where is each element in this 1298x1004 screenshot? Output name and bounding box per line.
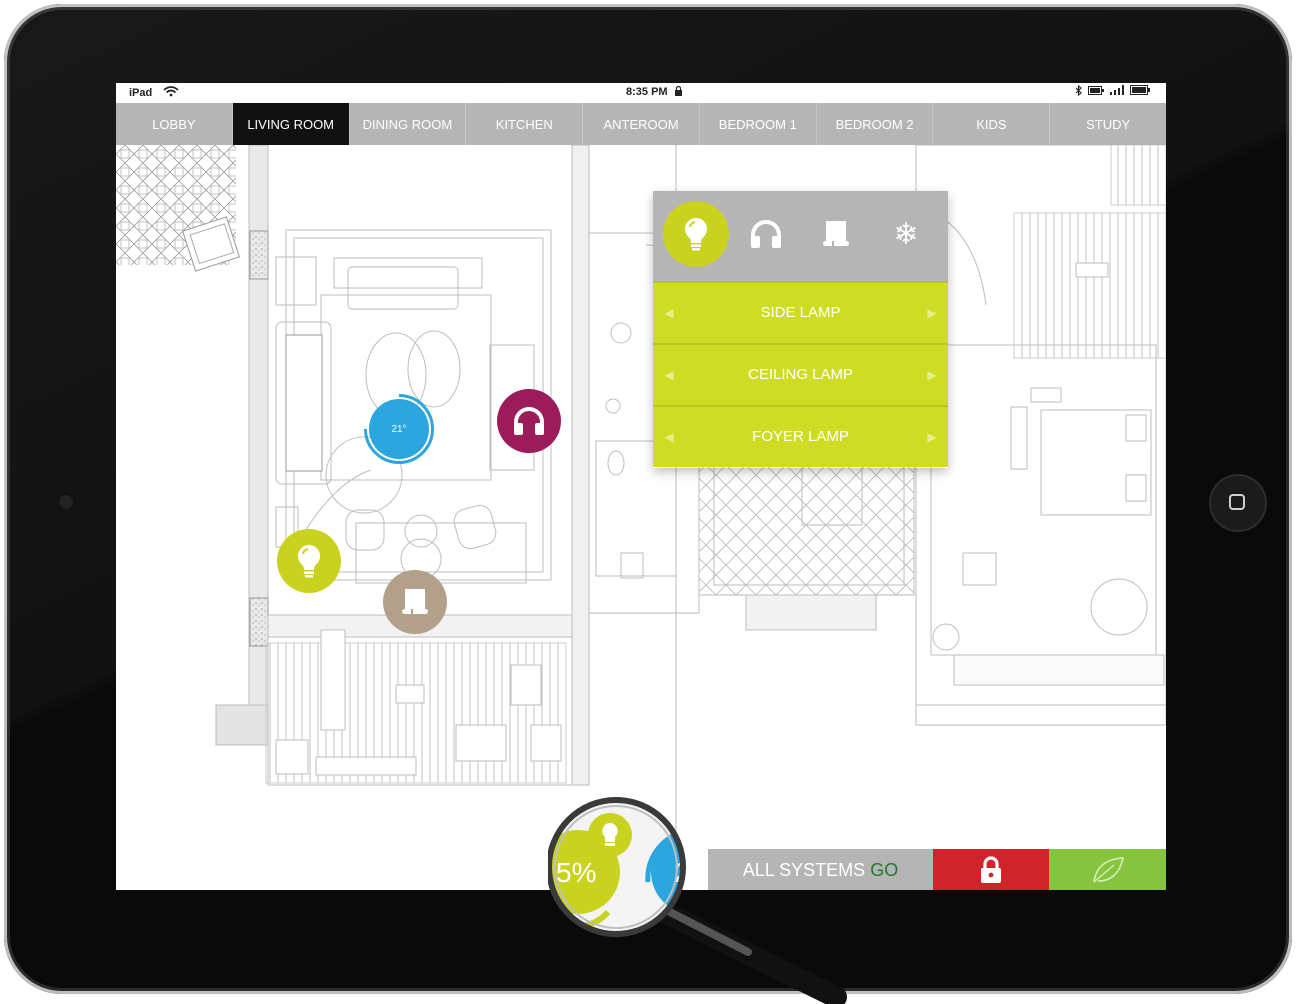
magnifier-overlay: 5% 21 — [548, 797, 847, 1004]
floor-plan — [116, 145, 1166, 890]
front-camera — [59, 495, 73, 509]
magnified-light-level: 5% — [556, 857, 596, 888]
lightbulb-icon — [684, 217, 708, 251]
category-climate[interactable]: ❄ — [873, 201, 939, 267]
device-control-panel: ❄ ◀ SIDE LAMP ▶ ◀ CEILING LAMP ▶ ◀ FOYER… — [653, 191, 948, 468]
tab-study[interactable]: STUDY — [1050, 103, 1166, 145]
bluetooth-icon — [1075, 84, 1082, 97]
tab-lobby[interactable]: LOBBY — [116, 103, 233, 145]
tab-kids[interactable]: KIDS — [933, 103, 1051, 145]
lamp-label: SIDE LAMP — [760, 304, 841, 321]
lamp-side[interactable]: ◀ SIDE LAMP ▶ — [653, 281, 948, 343]
room-tabs: LOBBY LIVING ROOM DINING ROOM KITCHEN AN… — [116, 103, 1166, 145]
wifi-icon — [163, 86, 179, 97]
category-audio[interactable] — [733, 201, 799, 267]
temperature-marker[interactable]: 21° — [364, 394, 434, 464]
padlock-icon — [981, 855, 1001, 883]
next-arrow-icon[interactable]: ▶ — [922, 407, 942, 467]
next-arrow-icon[interactable]: ▶ — [922, 345, 942, 405]
category-lights[interactable] — [663, 201, 729, 267]
device-label: iPad — [129, 87, 153, 99]
status-icons — [1075, 84, 1150, 98]
blind-icon — [823, 221, 849, 247]
prev-arrow-icon[interactable]: ◀ — [659, 345, 679, 405]
category-shades[interactable] — [803, 201, 869, 267]
tab-bedroom-2[interactable]: BEDROOM 2 — [817, 103, 934, 145]
category-bar: ❄ — [653, 191, 948, 281]
lamp-foyer[interactable]: ◀ FOYER LAMP ▶ — [653, 405, 948, 467]
battery-icon — [1130, 85, 1150, 95]
shade-marker[interactable] — [383, 570, 447, 634]
tab-living-room[interactable]: LIVING ROOM — [232, 103, 350, 145]
snowflake-icon: ❄ — [893, 217, 919, 251]
leaf-icon — [1092, 856, 1124, 883]
ios-status-bar: iPad 8:35 PM — [116, 83, 1166, 103]
tab-bedroom-1[interactable]: BEDROOM 1 — [700, 103, 817, 145]
home-button[interactable] — [1209, 474, 1267, 532]
next-arrow-icon[interactable]: ▶ — [922, 283, 942, 343]
lightbulb-icon — [297, 545, 321, 578]
status-left: iPad — [129, 86, 179, 99]
battery-small-icon — [1087, 86, 1104, 95]
headphones-icon — [751, 220, 781, 248]
tab-kitchen[interactable]: KITCHEN — [466, 103, 584, 145]
lock-button[interactable] — [933, 849, 1049, 890]
lock-small-icon — [674, 85, 682, 96]
lamp-ceiling[interactable]: ◀ CEILING LAMP ▶ — [653, 343, 948, 405]
app-screen: iPad 8:35 PM LOBBY LIVING ROOM DINING RO… — [116, 83, 1166, 890]
headphones-icon — [514, 407, 544, 435]
clock-text: 8:35 PM — [626, 86, 668, 98]
tab-dining-room[interactable]: DINING ROOM — [350, 103, 467, 145]
blind-icon — [402, 589, 428, 615]
lamp-label: FOYER LAMP — [752, 428, 849, 445]
light-marker[interactable] — [277, 529, 341, 593]
signal-icon — [1109, 85, 1124, 95]
prev-arrow-icon[interactable]: ◀ — [659, 407, 679, 467]
music-marker[interactable] — [497, 389, 561, 453]
prev-arrow-icon[interactable]: ◀ — [659, 283, 679, 343]
tab-anteroom[interactable]: ANTEROOM — [583, 103, 700, 145]
lamp-label: CEILING LAMP — [747, 366, 854, 383]
eco-button[interactable] — [1049, 849, 1166, 890]
clock: 8:35 PM — [626, 85, 683, 98]
